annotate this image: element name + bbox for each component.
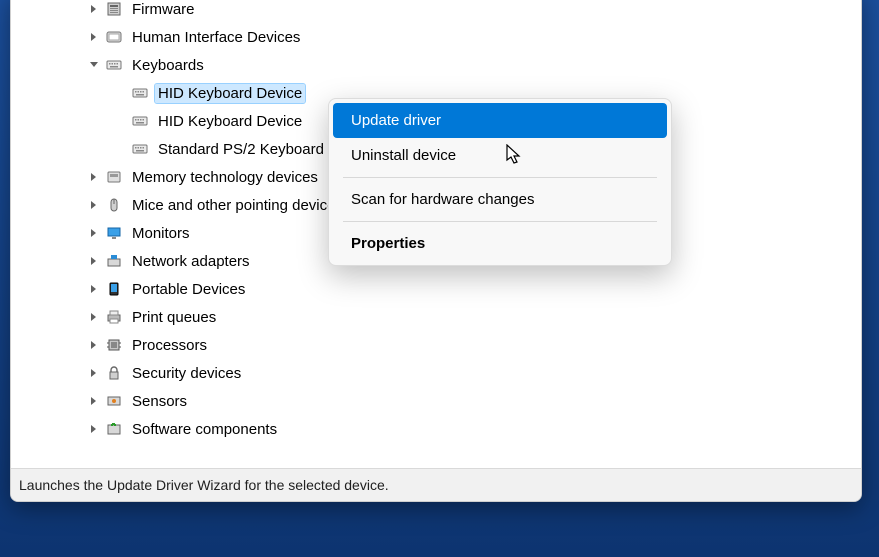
tree-item-label: Security devices [129, 364, 244, 383]
security-icon [105, 364, 123, 382]
tree-item-label: Memory technology devices [129, 168, 321, 187]
menu-update-driver[interactable]: Update driver [333, 103, 667, 138]
tree-item-label: Processors [129, 336, 210, 355]
printer-icon [105, 308, 123, 326]
chevron-right-icon[interactable] [85, 0, 103, 18]
tree-item-label: Firmware [129, 0, 198, 19]
menu-item-label: Scan for hardware changes [351, 191, 534, 208]
status-bar: Launches the Update Driver Wizard for th… [11, 468, 861, 501]
tree-item-firmware[interactable]: Firmware [11, 0, 861, 23]
tree-item-label: HID Keyboard Device [155, 112, 305, 131]
tree-item-print-queues[interactable]: Print queues [11, 303, 861, 331]
chevron-right-icon[interactable] [85, 364, 103, 382]
keyboard-icon [131, 84, 149, 102]
menu-properties[interactable]: Properties [333, 226, 667, 261]
firmware-icon [105, 0, 123, 18]
chevron-right-icon[interactable] [85, 28, 103, 46]
menu-separator [343, 221, 657, 222]
tree-item-label: Software components [129, 420, 280, 439]
chevron-right-icon[interactable] [85, 336, 103, 354]
tree-item-label: Network adapters [129, 252, 253, 271]
menu-item-label: Update driver [351, 112, 441, 129]
hid-icon [105, 28, 123, 46]
tree-item-label: Standard PS/2 Keyboard [155, 140, 327, 159]
mouse-icon [105, 196, 123, 214]
tree-item-label: Sensors [129, 392, 190, 411]
keyboard-icon [131, 140, 149, 158]
chevron-right-icon[interactable] [85, 252, 103, 270]
software-components-icon [105, 420, 123, 438]
monitor-icon [105, 224, 123, 242]
tree-item-label: Portable Devices [129, 280, 248, 299]
tree-item-portable[interactable]: Portable Devices [11, 275, 861, 303]
tree-item-security[interactable]: Security devices [11, 359, 861, 387]
chevron-right-icon[interactable] [85, 308, 103, 326]
menu-scan-hardware[interactable]: Scan for hardware changes [333, 182, 667, 217]
menu-uninstall-device[interactable]: Uninstall device [333, 138, 667, 173]
tree-item-label: Human Interface Devices [129, 28, 303, 47]
sensor-icon [105, 392, 123, 410]
chevron-right-icon[interactable] [85, 196, 103, 214]
menu-item-label: Uninstall device [351, 147, 456, 164]
chevron-right-icon[interactable] [85, 280, 103, 298]
tree-item-label: Keyboards [129, 56, 207, 75]
menu-item-label: Properties [351, 235, 425, 252]
menu-separator [343, 177, 657, 178]
tree-item-label: Mice and other pointing devices [129, 196, 346, 215]
tree-item-keyboards[interactable]: Keyboards [11, 51, 861, 79]
keyboard-icon [105, 56, 123, 74]
tree-item-label: Monitors [129, 224, 193, 243]
chevron-right-icon[interactable] [85, 168, 103, 186]
keyboard-icon [131, 112, 149, 130]
network-icon [105, 252, 123, 270]
tree-item-label: HID Keyboard Device [155, 84, 305, 103]
chevron-right-icon[interactable] [85, 420, 103, 438]
chevron-down-icon[interactable] [85, 56, 103, 74]
status-text: Launches the Update Driver Wizard for th… [19, 477, 389, 493]
tree-item-processors[interactable]: Processors [11, 331, 861, 359]
chevron-right-icon[interactable] [85, 224, 103, 242]
memory-icon [105, 168, 123, 186]
tree-item-sensors[interactable]: Sensors [11, 387, 861, 415]
tree-item-hid[interactable]: Human Interface Devices [11, 23, 861, 51]
cpu-icon [105, 336, 123, 354]
portable-device-icon [105, 280, 123, 298]
chevron-right-icon[interactable] [85, 392, 103, 410]
tree-item-label: Print queues [129, 308, 219, 327]
tree-item-software-components[interactable]: Software components [11, 415, 861, 443]
context-menu: Update driver Uninstall device Scan for … [328, 98, 672, 266]
